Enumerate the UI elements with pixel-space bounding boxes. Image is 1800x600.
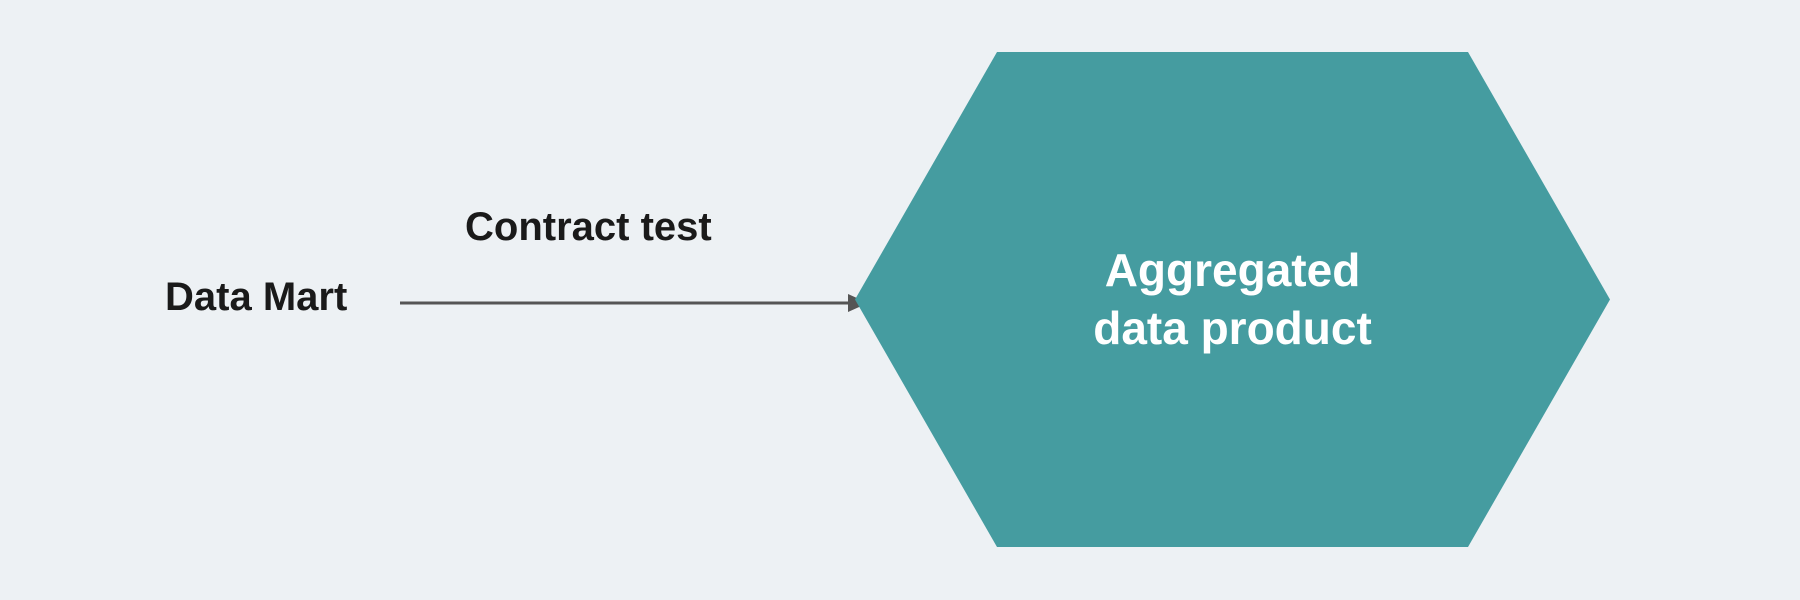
target-label-line2: data product [1093, 300, 1372, 358]
arrow-icon [400, 288, 870, 318]
target-label-line1: Aggregated [1105, 242, 1361, 300]
target-node-label: Aggregated data product [855, 52, 1610, 547]
diagram-container: Data Mart Contract test Aggregated data … [0, 0, 1800, 600]
source-node-label: Data Mart [165, 275, 347, 320]
arrow-label: Contract test [465, 205, 712, 250]
